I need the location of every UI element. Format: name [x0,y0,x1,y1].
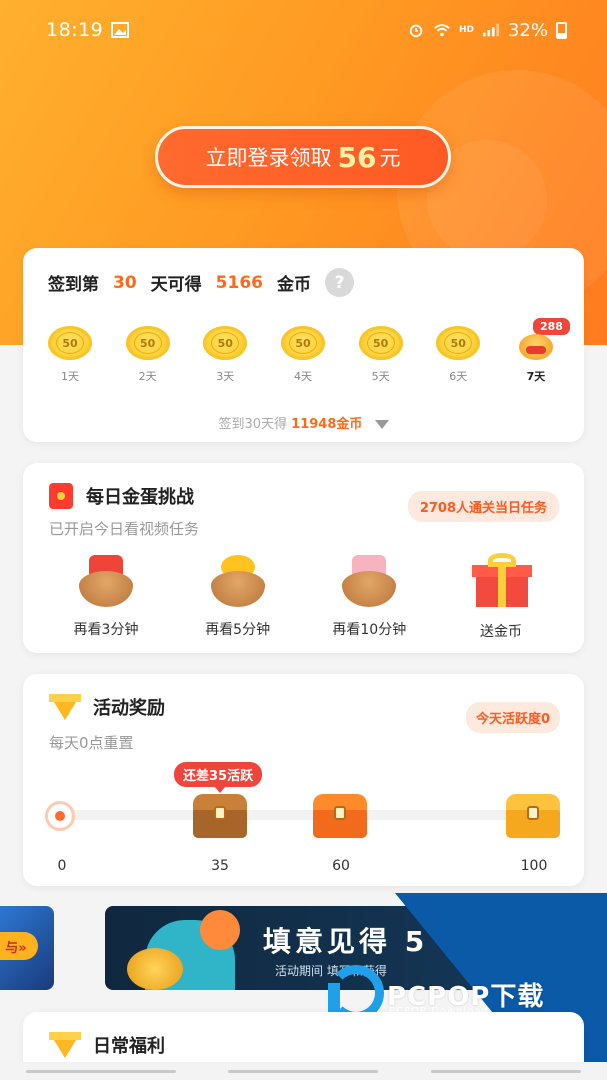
signin-day-item[interactable]: 50 5天 [349,326,413,384]
coin-icon: 50 [125,326,170,360]
egg-task-label: 再看5分钟 [205,622,271,638]
image-icon [111,22,130,38]
signin-day-item[interactable]: 50 1天 [38,326,102,384]
egg-task-label: 再看10分钟 [332,622,407,638]
day-label: 2天 [138,370,157,383]
egg-task-item[interactable]: 再看5分钟 [173,553,303,641]
battery-icon [556,21,567,39]
signin-coins: 5166 [215,272,263,293]
activity-reward-card: 活动奖励 每天0点重置 今天活跃度0 还差35活跃 0 35 60 100 [23,674,584,886]
golden-egg-icon [342,553,397,607]
signin-summary[interactable]: 签到30天得 11948金币 [23,413,584,432]
signal-icon [482,23,500,37]
egg-challenge-subtitle: 已开启今日看视频任务 [49,520,200,538]
status-time: 18:19 [46,19,104,41]
signin-summary-prefix: 签到30天得 [218,417,288,432]
egg-challenge-card: 每日金蛋挑战 已开启今日看视频任务 2708人通关当日任务 再看3分钟 再看5分… [23,463,584,653]
signin-title-mid: 天可得 [150,275,202,295]
banner-join-button[interactable]: 与» [0,932,38,960]
red-envelope-icon [49,483,73,509]
help-icon[interactable]: ? [325,268,354,297]
diamond-icon [49,1032,81,1058]
coin-icon: 50 [280,326,325,360]
login-reward-amount: 56 [337,140,377,174]
battery-percent: 32% [507,19,548,41]
banner-slide-previous[interactable]: 与» [0,906,54,990]
system-nav-bar [0,1062,607,1080]
status-bar: 18:19 HD 32% [0,0,607,60]
treasure-chest-icon[interactable] [193,794,247,838]
login-reward-suffix: 元 [379,146,401,170]
egg-challenge-title: 每日金蛋挑战 [86,487,194,508]
signin-summary-value: 11948金币 [291,417,363,432]
day-label: 6天 [449,370,468,383]
coin-icon: 50 [203,326,248,360]
daily-welfare-title: 日常福利 [93,1036,165,1057]
golden-egg-icon [79,553,133,607]
hd-indicator: HD [458,25,474,35]
wifi-icon [434,24,450,37]
signin-day-item[interactable]: 50 6天 [426,326,490,384]
day-label: 1天 [61,370,79,383]
coin-stack-icon [127,948,183,990]
signin-days: 30 [113,272,137,293]
signin-card: 签到第 30 天可得 5166 金币 ? 288 50 1天 50 2天 50 … [23,248,584,442]
coin-icon: 50 [436,326,481,360]
egg-task-label: 再看3分钟 [73,622,139,638]
nav-handle[interactable] [26,1069,177,1073]
activity-progress-track [61,810,551,820]
activity-today-badge: 今天活跃度0 [465,702,560,733]
nav-handle[interactable] [228,1069,379,1073]
expand-down-icon[interactable] [374,420,389,429]
activity-remaining-tip: 还差35活跃 [174,762,263,793]
egg-task-item[interactable]: 再看3分钟 [41,553,171,641]
gift-box-icon [470,553,532,609]
activity-title: 活动奖励 [93,698,165,719]
day-label: 7天 [526,370,546,383]
signin-day-item[interactable]: 50 2天 [116,326,180,384]
alarm-icon [409,24,423,38]
login-reward-button[interactable]: 立即登录领取 56 元 [155,126,451,188]
signin-day-item[interactable]: 50 3天 [193,326,257,384]
progress-mark: 100 [520,858,548,874]
signin-title-suffix: 金币 [277,275,311,295]
day-label: 5天 [371,370,390,383]
day-label: 3天 [216,370,235,383]
gift-bag-icon [517,324,555,360]
signin-title-prefix: 签到第 [48,275,99,295]
coin-icon: 50 [358,326,403,360]
day-label: 4天 [293,370,312,383]
signin-day-item[interactable]: 7天 [504,326,568,384]
signin-day-item[interactable]: 50 4天 [271,326,335,384]
login-reward-prefix: 立即登录领取 [205,146,332,170]
golden-egg-icon [210,553,265,607]
treasure-chest-icon[interactable] [313,794,367,838]
signin-title: 签到第 30 天可得 5166 金币 ? [48,268,354,297]
egg-task-label: 送金币 [479,624,522,640]
progress-mark: 0 [57,858,67,874]
egg-task-item[interactable]: 再看10分钟 [304,553,434,641]
nav-handle[interactable] [430,1069,581,1073]
signin-days-row: 50 1天 50 2天 50 3天 50 4天 50 5天 50 6天 7天 [38,326,568,384]
coin-icon: 50 [48,326,92,360]
egg-challenge-badge: 2708人通关当日任务 [407,491,559,522]
progress-mark: 60 [332,858,350,874]
progress-start-dot [45,801,75,831]
egg-task-item[interactable]: 送金币 [436,553,566,641]
progress-mark: 35 [211,858,229,874]
treasure-chest-icon[interactable] [506,794,560,838]
diamond-icon [49,694,81,720]
activity-subtitle: 每天0点重置 [49,734,134,752]
banner-illustration [200,910,240,950]
